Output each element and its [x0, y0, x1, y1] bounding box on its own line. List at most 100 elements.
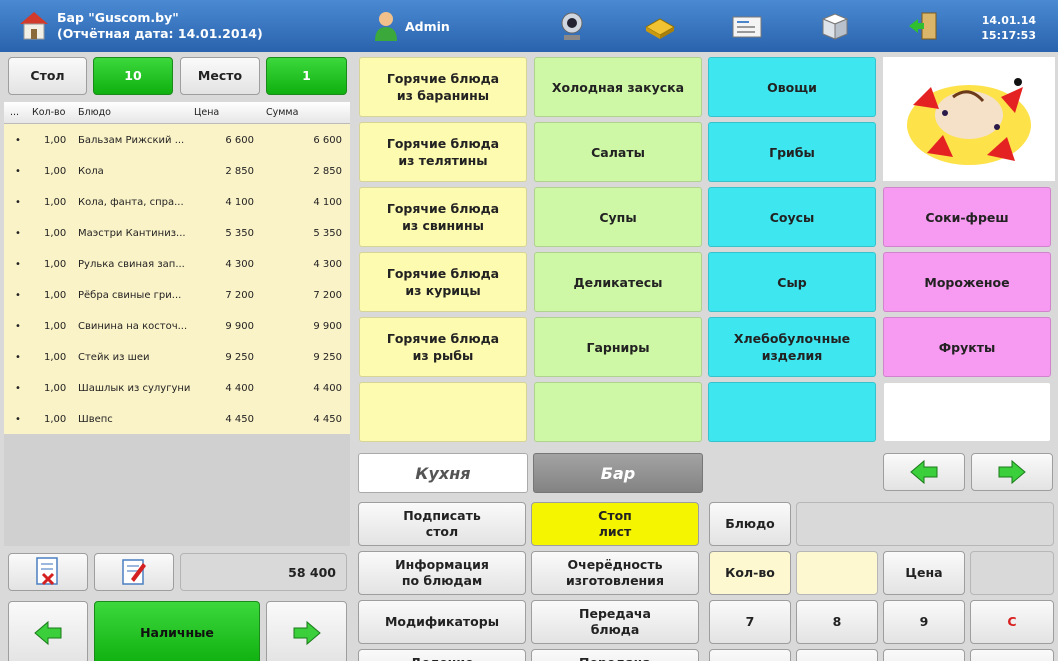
exit-icon[interactable]	[906, 9, 940, 43]
seat-button[interactable]: Место	[180, 57, 260, 95]
edit-document-button[interactable]	[94, 553, 174, 591]
dish-info-button[interactable]: Информация по блюдам	[358, 551, 526, 595]
key-row-4-2[interactable]	[796, 649, 878, 661]
next-page-button[interactable]	[266, 601, 347, 661]
category-tile[interactable]: Овощи	[708, 57, 876, 117]
arrow-right-icon	[998, 459, 1026, 485]
category-tile[interactable]: Гарниры	[534, 317, 702, 377]
column-header-menu[interactable]: ...	[10, 107, 19, 118]
row-dish: Рёбра свиные гри...	[78, 290, 182, 301]
tab-kitchen[interactable]: Кухня	[358, 453, 528, 493]
row-sum: 4 300	[313, 259, 342, 270]
seat-number[interactable]: 1	[266, 57, 347, 95]
category-tile[interactable]: Горячие блюда из баранины	[359, 57, 527, 117]
table-row[interactable]: • 1,00 Рулька свиная зап... 4 300 4 300	[4, 248, 350, 279]
table-row[interactable]: • 1,00 Швепс 4 450 4 450	[4, 403, 350, 434]
key-8[interactable]: 8	[796, 600, 878, 644]
prev-page-button[interactable]	[8, 601, 88, 661]
report-icon[interactable]	[730, 9, 764, 43]
category-tile[interactable]: Деликатесы	[534, 252, 702, 312]
row-dish: Маэстри Кантиниз...	[78, 228, 186, 239]
table-row[interactable]: • 1,00 Бальзам Рижский ... 6 600 6 600	[4, 124, 350, 155]
column-header-price[interactable]: Цена	[194, 107, 219, 118]
delete-document-icon	[36, 557, 58, 586]
row-dish: Бальзам Рижский ...	[78, 135, 185, 146]
category-next-button[interactable]	[971, 453, 1053, 491]
app-header: Бар "Guscom.by" (Отчётная дата: 14.01.20…	[0, 0, 1058, 52]
delete-document-button[interactable]	[8, 553, 88, 591]
category-tile-empty[interactable]	[708, 382, 876, 442]
column-header-qty[interactable]: Кол-во	[32, 107, 65, 118]
row-qty: 1,00	[44, 290, 67, 301]
tab-bar[interactable]: Бар	[533, 453, 703, 493]
order-table-header: ... Кол-во Блюдо Цена Сумма	[4, 102, 350, 124]
category-tile[interactable]: Грибы	[708, 122, 876, 182]
table-row[interactable]: • 1,00 Кола 2 850 2 850	[4, 155, 350, 186]
key-7[interactable]: 7	[709, 600, 791, 644]
qty-label-button[interactable]: Кол-во	[709, 551, 791, 595]
row-price: 4 300	[225, 259, 254, 270]
table-number[interactable]: 10	[93, 57, 173, 95]
category-tile[interactable]: Горячие блюда из свинины	[359, 187, 527, 247]
home-icon[interactable]	[18, 10, 50, 42]
row-marker: •	[15, 352, 21, 363]
cash-payment-button[interactable]: Наличные	[94, 601, 260, 661]
transfer-dish-button[interactable]: Передача блюда	[531, 600, 699, 644]
table-row[interactable]: • 1,00 Шашлык из сулугуни 4 400 4 400	[4, 372, 350, 403]
transfer-button[interactable]: Передача	[531, 649, 699, 661]
category-tile[interactable]: Мороженое	[883, 252, 1051, 312]
category-tile[interactable]: Соусы	[708, 187, 876, 247]
row-marker: •	[15, 135, 21, 146]
package-icon[interactable]	[818, 9, 852, 43]
category-tile[interactable]: Горячие блюда из курицы	[359, 252, 527, 312]
row-sum: 5 350	[313, 228, 342, 239]
cash-payment-label: Наличные	[140, 625, 214, 640]
key-clear[interactable]: C	[970, 600, 1054, 644]
row-marker: •	[15, 414, 21, 425]
row-marker: •	[15, 197, 21, 208]
split-button[interactable]: Деление	[358, 649, 526, 661]
table-button[interactable]: Стол	[8, 57, 87, 95]
category-tile[interactable]: Салаты	[534, 122, 702, 182]
table-row[interactable]: • 1,00 Рёбра свиные гри... 7 200 7 200	[4, 279, 350, 310]
row-dish: Кола, фанта, спра...	[78, 197, 184, 208]
table-row[interactable]: • 1,00 Кола, фанта, спра... 4 100 4 100	[4, 186, 350, 217]
column-header-sum[interactable]: Сумма	[266, 107, 298, 118]
key-row-4-4[interactable]	[970, 649, 1054, 661]
sign-table-button[interactable]: Подписать стол	[358, 502, 526, 546]
category-tile[interactable]: Фрукты	[883, 317, 1051, 377]
key-row-4-3[interactable]	[883, 649, 965, 661]
dessert-image	[883, 57, 1055, 181]
row-price: 4 400	[225, 383, 254, 394]
category-tile[interactable]: Супы	[534, 187, 702, 247]
venue-name: Бар "Guscom.by"	[57, 10, 179, 25]
key-row-4-1[interactable]	[709, 649, 791, 661]
drawer-icon[interactable]	[642, 9, 676, 43]
dish-label-button[interactable]: Блюдо	[709, 502, 791, 546]
user-icon[interactable]	[372, 10, 400, 42]
current-date: 14.01.14	[981, 14, 1036, 27]
webcam-icon[interactable]	[555, 9, 589, 43]
category-tile-empty[interactable]	[359, 382, 527, 442]
modifiers-button[interactable]: Модификаторы	[358, 600, 526, 644]
category-tile-empty[interactable]	[883, 382, 1051, 442]
app-title: Бар "Guscom.by" (Отчётная дата: 14.01.20…	[57, 10, 263, 42]
column-header-dish[interactable]: Блюдо	[78, 107, 111, 118]
stop-list-button[interactable]: Стоп лист	[531, 502, 699, 546]
row-price: 4 450	[225, 414, 254, 425]
price-label-button[interactable]: Цена	[883, 551, 965, 595]
category-tile-empty[interactable]	[534, 382, 702, 442]
key-9[interactable]: 9	[883, 600, 965, 644]
category-tile[interactable]: Сыр	[708, 252, 876, 312]
category-prev-button[interactable]	[883, 453, 965, 491]
table-row[interactable]: • 1,00 Свинина на косточ... 9 900 9 900	[4, 310, 350, 341]
category-tile[interactable]: Горячие блюда из телятины	[359, 122, 527, 182]
table-row[interactable]: • 1,00 Маэстри Кантиниз... 5 350 5 350	[4, 217, 350, 248]
table-row[interactable]: • 1,00 Стейк из шеи 9 250 9 250	[4, 341, 350, 372]
category-tile[interactable]: Соки-фреш	[883, 187, 1051, 247]
category-tile[interactable]: Горячие блюда из рыбы	[359, 317, 527, 377]
category-tile[interactable]: Хлебобулочные изделия	[708, 317, 876, 377]
row-price: 9 250	[225, 352, 254, 363]
category-tile[interactable]: Холодная закуска	[534, 57, 702, 117]
queue-button[interactable]: Очерёдность изготовления	[531, 551, 699, 595]
